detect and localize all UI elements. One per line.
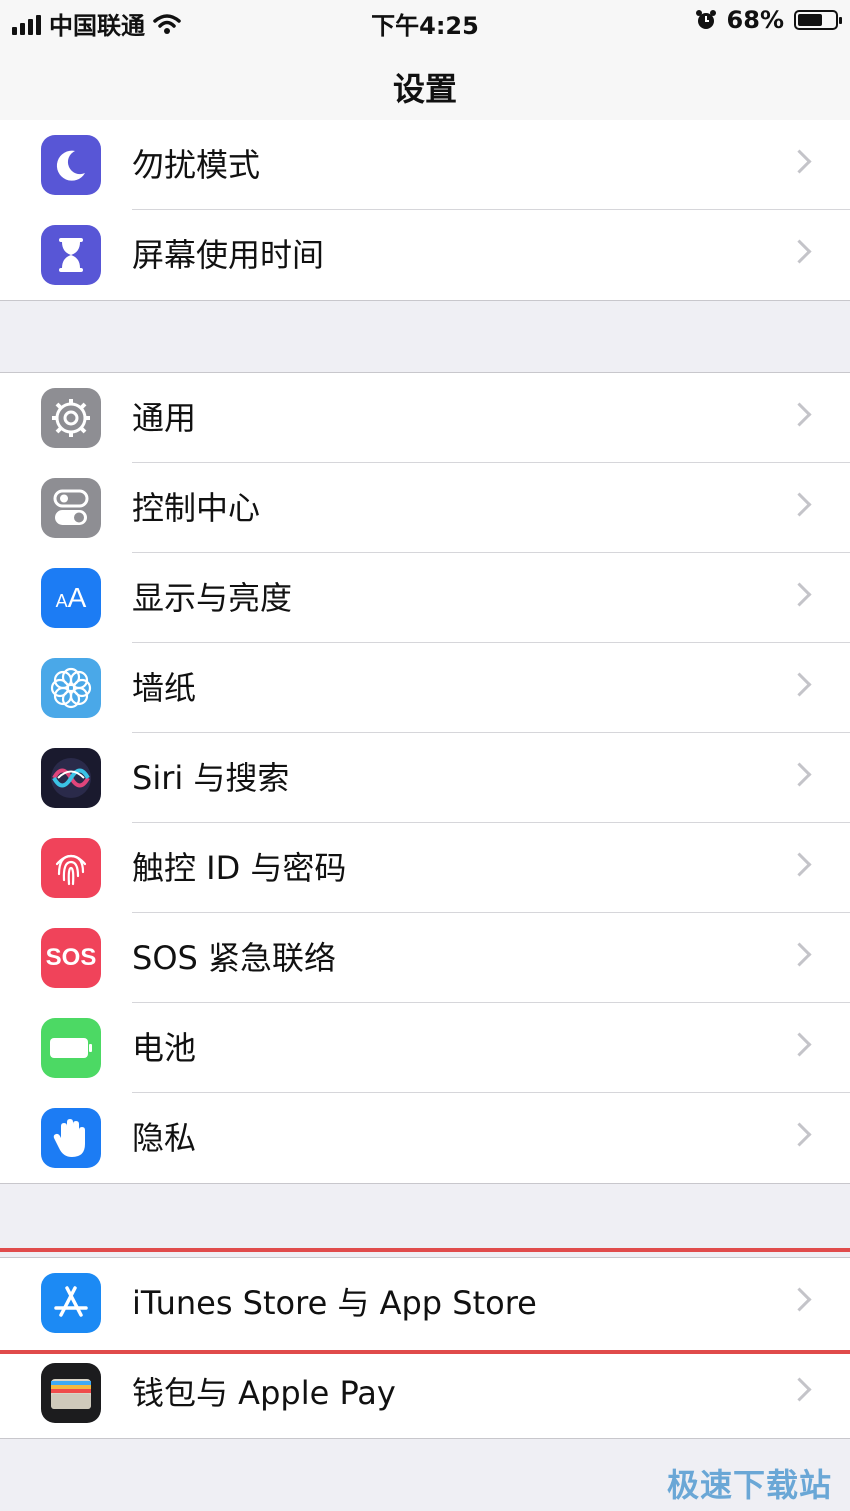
- settings-row-siri[interactable]: Siri 与搜索: [0, 733, 850, 823]
- chevron-right-icon: [787, 1287, 812, 1312]
- text-size-icon: AA: [41, 568, 101, 628]
- chevron-right-icon: [787, 239, 812, 264]
- row-label: Siri 与搜索: [132, 759, 290, 797]
- settings-group-general: 通用 控制中心 AA 显示与亮度 墙纸 Siri 与搜索 触控 ID 与密码 S…: [0, 372, 850, 1184]
- siri-icon: [41, 748, 101, 808]
- settings-group-focus: 勿扰模式 屏幕使用时间: [0, 120, 850, 301]
- moon-icon: [41, 135, 101, 195]
- status-bar: 中国联通 下午4:25 68%: [0, 0, 850, 44]
- chevron-right-icon: [787, 149, 812, 174]
- row-label: 钱包与 Apple Pay: [132, 1374, 396, 1412]
- row-label: 显示与亮度: [132, 579, 293, 617]
- settings-row-control-center[interactable]: 控制中心: [0, 463, 850, 553]
- gear-icon: [41, 388, 101, 448]
- settings-row-wallpaper[interactable]: 墙纸: [0, 643, 850, 733]
- hourglass-icon: [41, 225, 101, 285]
- row-label: 触控 ID 与密码: [132, 849, 347, 887]
- settings-row-general[interactable]: 通用: [0, 373, 850, 463]
- row-label: 通用: [132, 399, 197, 437]
- row-label: SOS 紧急联络: [132, 939, 336, 977]
- settings-row-screen-time[interactable]: 屏幕使用时间: [0, 210, 850, 300]
- chevron-right-icon: [787, 672, 812, 697]
- toggles-icon: [41, 478, 101, 538]
- settings-row-do-not-disturb[interactable]: 勿扰模式: [0, 120, 850, 210]
- chevron-right-icon: [787, 942, 812, 967]
- row-label: 墙纸: [132, 669, 197, 707]
- row-label: 屏幕使用时间: [132, 236, 325, 274]
- flower-icon: [41, 658, 101, 718]
- highlight-line-top: [0, 1248, 850, 1252]
- chevron-right-icon: [787, 492, 812, 517]
- watermark: 极速下载站: [666, 1466, 832, 1504]
- settings-row-sos[interactable]: SOS SOS 紧急联络: [0, 913, 850, 1003]
- settings-row-battery[interactable]: 电池: [0, 1003, 850, 1093]
- wallet-icon: [41, 1363, 101, 1423]
- settings-row-touch-id[interactable]: 触控 ID 与密码: [0, 823, 850, 913]
- battery-fill: [798, 14, 822, 26]
- settings-row-privacy[interactable]: 隐私: [0, 1093, 850, 1183]
- nav-bar: 设置: [0, 44, 850, 132]
- sos-glyph: SOS: [45, 944, 97, 971]
- highlight-line-bottom: [0, 1350, 850, 1354]
- settings-row-app-store[interactable]: iTunes Store 与 App Store: [0, 1258, 850, 1348]
- battery-icon: [41, 1018, 101, 1078]
- battery-status-icon: [794, 10, 842, 30]
- chevron-right-icon: [787, 402, 812, 427]
- row-label: 隐私: [132, 1119, 197, 1157]
- chevron-right-icon: [787, 762, 812, 787]
- row-label: 勿扰模式: [132, 146, 261, 184]
- page-title: 设置: [392, 70, 457, 108]
- chevron-right-icon: [787, 582, 812, 607]
- hand-icon: [41, 1108, 101, 1168]
- chevron-right-icon: [787, 852, 812, 877]
- fingerprint-icon: [41, 838, 101, 898]
- battery-percent: 68%: [726, 6, 784, 34]
- status-right: 68%: [695, 6, 842, 34]
- app-store-icon: [41, 1273, 101, 1333]
- row-label: 电池: [132, 1029, 197, 1067]
- settings-row-wallet[interactable]: 钱包与 Apple Pay: [0, 1348, 850, 1438]
- chevron-right-icon: [787, 1032, 812, 1057]
- settings-group-store: iTunes Store 与 App Store 钱包与 Apple Pay: [0, 1257, 850, 1439]
- row-label: 控制中心: [132, 489, 261, 527]
- chevron-right-icon: [787, 1122, 812, 1147]
- row-label: iTunes Store 与 App Store: [132, 1284, 537, 1322]
- sos-icon: SOS: [41, 928, 101, 988]
- chevron-right-icon: [787, 1377, 812, 1402]
- settings-row-display[interactable]: AA 显示与亮度: [0, 553, 850, 643]
- alarm-icon: [695, 10, 716, 29]
